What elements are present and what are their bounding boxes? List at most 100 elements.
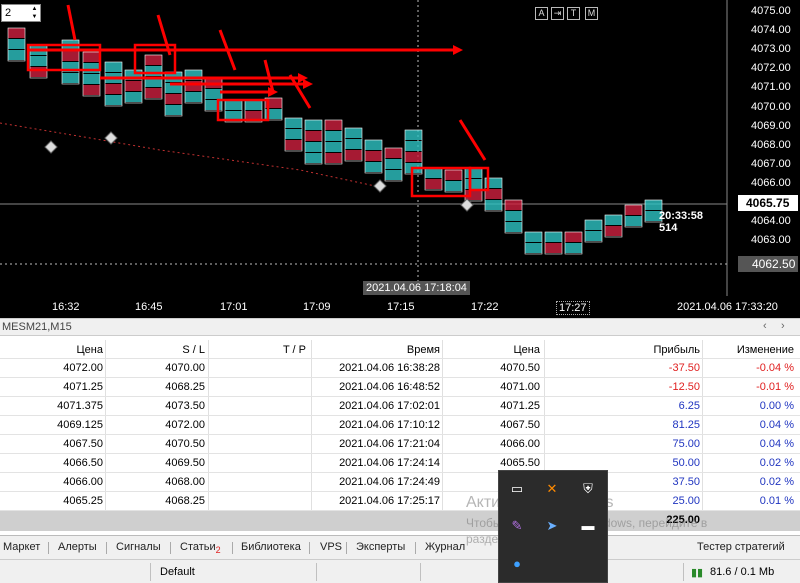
status-bar: Default ▮▮ 81.6 / 0.1 Mb [0, 559, 800, 583]
cell-stop-loss: 4070.00 [165, 362, 205, 374]
security-icon[interactable]: ⛨ [579, 480, 597, 498]
footprint-cell [385, 159, 402, 169]
period-spinner[interactable]: 2 ▲ ▼ [1, 4, 41, 22]
footprint-cell [8, 28, 25, 38]
cell-open-price: 4066.50 [63, 457, 103, 469]
footprint-cell [625, 216, 642, 226]
footprint-cell [145, 66, 162, 76]
footprint-cell [585, 220, 602, 230]
footprint-cell [165, 94, 182, 104]
cell-profit: -37.50 [668, 362, 700, 374]
footprint-cell [305, 131, 322, 141]
footprint-cell [525, 232, 542, 242]
col-header-sl[interactable]: S / L [106, 344, 205, 356]
price-level-label: 4074.00 [751, 24, 791, 37]
tab-vps[interactable]: VPS [320, 541, 342, 553]
table-row[interactable]: 4069.125 4072.00 2021.04.06 17:10:12 4067.5… [0, 416, 800, 435]
tab-articles[interactable]: Статьи2 [180, 541, 221, 555]
arrowhead-icon [453, 45, 463, 55]
price-level-label: 4069.00 [751, 119, 791, 132]
spinner-up-icon[interactable]: ▲ [30, 6, 39, 13]
network-icon[interactable]: ▭ [508, 480, 526, 498]
trade-tool-button[interactable]: T [567, 7, 580, 20]
shift-tool-button[interactable]: ⇥ [551, 7, 564, 20]
antivirus-icon[interactable]: ✕ [543, 480, 561, 498]
footprint-cell [545, 243, 562, 253]
cell-change: 0.02 % [759, 457, 794, 469]
cell-open-price: 4067.50 [63, 438, 103, 450]
chart-canvas[interactable] [0, 0, 800, 300]
display-icon[interactable]: ▬ [579, 517, 597, 535]
footprint-cell [105, 62, 122, 72]
footprint-cell [325, 142, 342, 152]
tab-library[interactable]: Библиотека [241, 541, 301, 553]
cell-time: 2021.04.06 17:02:01 [339, 400, 440, 412]
table-row[interactable]: 4066.50 4069.50 2021.04.06 17:24:14 4065.50… [0, 454, 800, 473]
menu-tool-button[interactable]: M [585, 7, 598, 20]
col-header-price2[interactable]: Цена [443, 344, 540, 356]
footprint-cell [525, 243, 542, 253]
price-level-label: 4067.00 [751, 157, 791, 170]
tab-strategy-tester[interactable]: Тестер стратегий [697, 541, 785, 553]
col-header-profit[interactable]: Прибыль [545, 344, 700, 356]
col-header-tp[interactable]: T / P [210, 344, 306, 356]
cell-stop-loss: 4070.50 [165, 438, 205, 450]
spinner-down-icon[interactable]: ▼ [30, 14, 39, 21]
table-row[interactable]: 4066.004068.002021.04.06 17:24:494065.00… [0, 473, 800, 492]
cell-time: 2021.04.06 17:21:04 [339, 438, 440, 450]
cell-profit: 6.25 [678, 400, 700, 412]
table-row[interactable]: 4065.254068.252021.04.06 17:25:174064.00… [0, 492, 800, 511]
tab-market[interactable]: Маркет [3, 541, 40, 553]
table-row[interactable]: 4071.25 4068.25 2021.04.06 16:48:52 4071.00… [0, 378, 800, 397]
crosshair-time-label: 2021.04.06 17:18:04 [363, 281, 470, 295]
table-row[interactable]: 4072.00 4070.00 2021.04.06 16:38:28 4070.50… [0, 359, 800, 378]
cell-open-price: 4071.375 [57, 400, 103, 412]
footprint-cell [145, 88, 162, 98]
table-row[interactable]: 4071.375 4073.50 2021.04.06 17:02:01 4071.2… [0, 397, 800, 416]
col-header-time[interactable]: Время [310, 344, 440, 356]
footprint-cell [425, 168, 442, 178]
footprint-cell [305, 142, 322, 152]
app-icon[interactable]: ● [508, 555, 526, 573]
cell-stop-loss: 4068.00 [165, 476, 205, 488]
footprint-cell [505, 222, 522, 232]
trade-table: Цена S / L T / P Время Цена Прибыль Изме… [0, 340, 800, 531]
tab-experts[interactable]: Эксперты [356, 541, 405, 553]
footprint-cell [645, 200, 662, 210]
tab-alerts[interactable]: Алерты [58, 541, 97, 553]
profile-name[interactable]: Default [160, 566, 195, 578]
cell-change: 0.00 % [759, 400, 794, 412]
cell-change: 0.02 % [759, 476, 794, 488]
spinner-value[interactable]: 2 [5, 7, 11, 19]
time-axis[interactable]: 16:32 16:45 17:01 17:09 17:15 17:22 17:2… [0, 296, 800, 318]
cell-stop-loss: 4068.25 [165, 381, 205, 393]
footprint-cell [285, 118, 302, 128]
server-time-label: 2021.04.06 17:33:20 [677, 301, 778, 313]
pen-icon[interactable]: ✎ [508, 517, 526, 535]
text-tool-button[interactable]: A [535, 7, 548, 20]
footprint-cell [325, 120, 342, 130]
tab-signals[interactable]: Сигналы [116, 541, 161, 553]
tab-journal[interactable]: Журнал [425, 541, 465, 553]
col-header-price[interactable]: Цена [0, 344, 103, 356]
price-level-label: 4068.00 [751, 138, 791, 151]
footprint-cell [625, 205, 642, 215]
scroll-right-icon[interactable]: › [781, 320, 785, 332]
traffic-label: 81.6 / 0.1 Mb [710, 566, 775, 578]
footprint-cell [62, 51, 79, 61]
cell-open-price: 4069.125 [57, 419, 103, 431]
cell-time: 2021.04.06 16:48:52 [339, 381, 440, 393]
toolbox-header: MESM21,M15 ‹ › [0, 318, 800, 336]
cell-open-price: 4065.25 [63, 495, 103, 507]
tab-articles-label: Статьи [180, 541, 216, 553]
table-row[interactable]: 4067.50 4070.50 2021.04.06 17:21:04 4066.00… [0, 435, 800, 454]
footprint-cell [245, 100, 262, 110]
cell-profit: 81.25 [672, 419, 700, 431]
col-header-change[interactable]: Изменение [704, 344, 794, 356]
scroll-left-icon[interactable]: ‹ [763, 320, 767, 332]
footprint-cell [405, 130, 422, 140]
connection-icon[interactable]: ▮▮ [691, 566, 703, 579]
price-chart[interactable]: 2 ▲ ▼ A ⇥ T M 4075.00 4074.00 4073.00 4072.… [0, 0, 800, 300]
footprint-cell [405, 141, 422, 151]
arrowhead-icon [303, 79, 313, 89]
